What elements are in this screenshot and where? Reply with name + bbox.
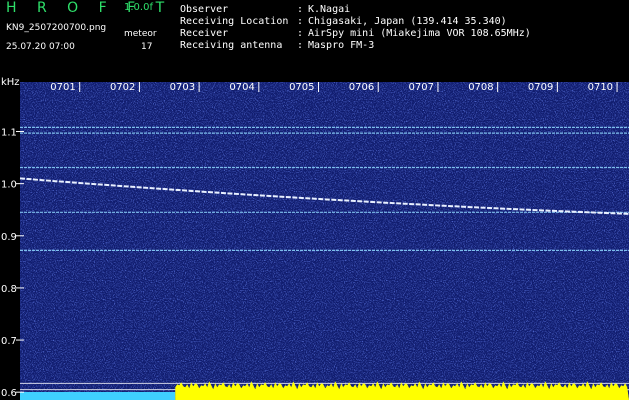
info-colon: : xyxy=(297,40,304,51)
y-tick-label: 0.8 xyxy=(1,284,17,295)
info-label-location: Receiving Location xyxy=(180,16,289,27)
x-tick-label: 0710 xyxy=(588,82,613,93)
x-tick-label: 0704 xyxy=(229,82,254,93)
y-tick-label: 0.6 xyxy=(1,388,17,399)
image-filename: KN9_2507200700.png xyxy=(6,23,107,33)
app-version: 1.0.0f xyxy=(124,2,153,13)
y-tick-label: 0.7 xyxy=(1,336,17,347)
x-tick-label: 0701 xyxy=(50,82,75,93)
x-tick-label: 0702 xyxy=(110,82,135,93)
info-value-antenna: Maspro FM-3 xyxy=(308,40,375,51)
info-value-location: Chigasaki, Japan (139.414 35.340) xyxy=(308,16,507,27)
observation-datetime: 25.07.20 07:00 xyxy=(6,42,75,52)
x-tick-label: 0706 xyxy=(349,82,374,93)
x-tick-label: 0709 xyxy=(528,82,553,93)
info-colon: : xyxy=(297,16,304,27)
info-label-antenna: Receiving antenna xyxy=(180,40,283,51)
y-tick-label: 1.0 xyxy=(1,180,17,191)
x-tick-label: 0708 xyxy=(468,82,493,93)
spectrogram-chart: 0701 0702 0703 0704 0705 0706 0707 0708 0709 0710… xyxy=(1,77,629,400)
y-tick-label: 0.9 xyxy=(1,232,17,243)
meteor-label: meteor xyxy=(124,29,157,39)
x-tick-label: 0703 xyxy=(170,82,195,93)
info-label-observer: Observer xyxy=(180,4,229,15)
spectrogram-noise xyxy=(20,82,629,400)
info-label-receiver: Receiver xyxy=(180,28,229,39)
y-axis-label: kHz xyxy=(1,77,20,88)
y-tick-label: 1.1 xyxy=(1,128,17,139)
info-colon: : xyxy=(297,4,304,15)
info-value-observer: K.Nagai xyxy=(308,4,351,15)
info-value-receiver: AirSpy mini (Miakejima VOR 108.65MHz) xyxy=(308,28,531,39)
x-tick-label: 0707 xyxy=(408,82,433,93)
x-tick-label: 0705 xyxy=(289,82,314,93)
meteor-count: 17 xyxy=(141,42,153,52)
header: H R O F F T 1.0.0f KN9_2507200700.png me… xyxy=(0,0,629,76)
info-colon: : xyxy=(297,28,304,39)
noise-floor-left xyxy=(20,392,176,400)
